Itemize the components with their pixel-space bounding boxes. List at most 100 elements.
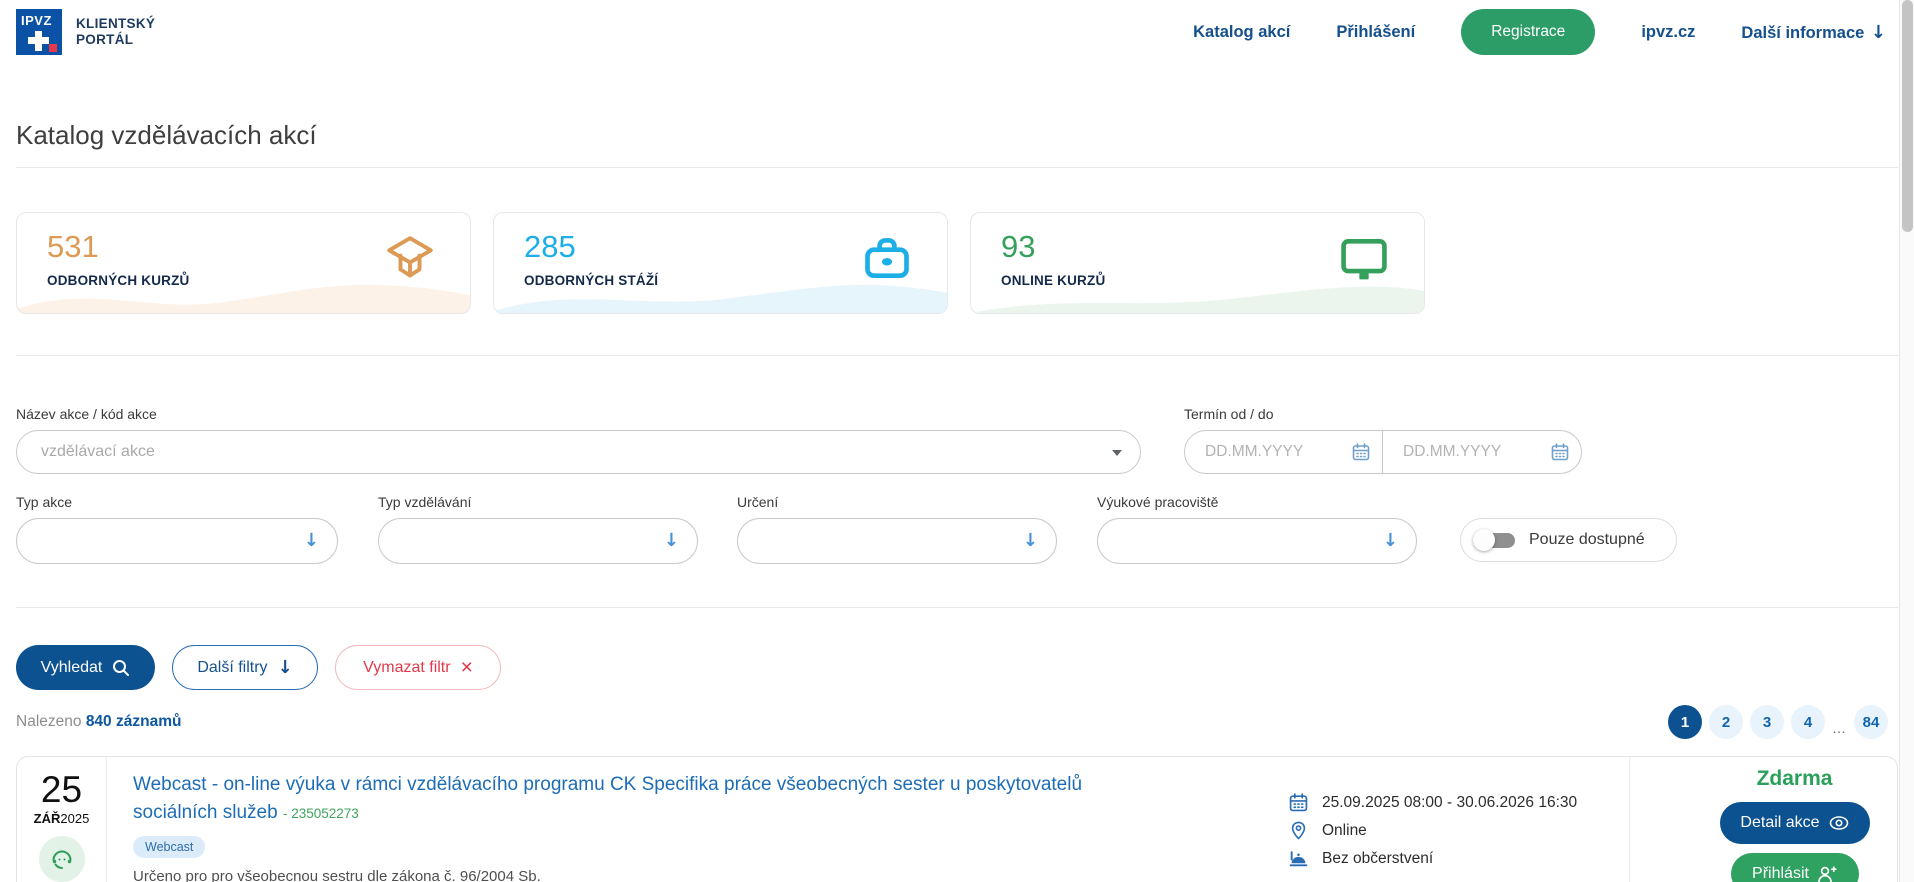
vyukove-pracoviste-dropdown[interactable]: ↓ — [1097, 518, 1417, 564]
name-filter-label: Název akce / kód akce — [16, 406, 157, 422]
location-pin-icon — [1289, 821, 1308, 840]
event-date-block: 25 ZÁŘ2025 — [17, 757, 107, 882]
event-day: 25 — [17, 771, 106, 810]
scrollbar-track[interactable] — [1899, 0, 1914, 882]
logo-red-square — [49, 44, 57, 52]
calendar-icon — [1289, 793, 1308, 812]
pagination-ellipsis: … — [1832, 720, 1847, 739]
event-location-row: Online — [1289, 821, 1629, 840]
event-card: 25 ZÁŘ2025 Webcast - on-line výuka v rám… — [16, 756, 1898, 882]
typ-akce-dropdown[interactable]: ↓ — [16, 518, 338, 564]
scrollbar-thumb[interactable] — [1902, 0, 1913, 232]
dropdown-caret-icon[interactable] — [1112, 450, 1122, 456]
event-title-link[interactable]: Webcast - on-line výuka v rámci vzděláva… — [133, 771, 1153, 828]
divider — [16, 355, 1898, 356]
stat-value: 531 — [47, 229, 99, 265]
page-button-84[interactable]: 84 — [1854, 705, 1888, 739]
event-datetime-row: 25.09.2025 08:00 - 30.06.2026 16:30 — [1289, 793, 1629, 812]
typ-akce-label: Typ akce — [16, 494, 72, 510]
urceni-dropdown[interactable]: ↓ — [737, 518, 1057, 564]
stat-card-odborne-staze[interactable]: 285 ODBORNÝCH STÁŽÍ — [493, 212, 948, 314]
ipvz-logo-text: IPVZ — [21, 13, 52, 28]
portal-title: KLIENTSKÝ PORTÁL — [76, 16, 155, 48]
event-month-year: ZÁŘ2025 — [17, 811, 106, 826]
nav-katalog-akci[interactable]: Katalog akcí — [1193, 23, 1290, 42]
close-icon: × — [461, 657, 473, 678]
date-range-group — [1184, 430, 1582, 474]
arrow-down-icon: ↓ — [1383, 530, 1398, 551]
catalog-page: IPVZ KLIENTSKÝ PORTÁL Katalog akcí Přihl… — [0, 0, 1914, 882]
webcast-headset-icon — [49, 846, 75, 872]
vyukove-pracoviste-label: Výukové pracoviště — [1097, 494, 1218, 510]
ipvz-logo[interactable]: IPVZ — [16, 9, 62, 55]
event-location: Online — [1322, 822, 1367, 840]
event-content: Webcast - on-line výuka v rámci vzděláva… — [107, 757, 1289, 882]
person-plus-icon — [1817, 865, 1837, 882]
urceni-label: Určení — [737, 494, 778, 510]
catering-icon — [1289, 849, 1308, 868]
event-price: Zdarma — [1757, 767, 1833, 791]
arrow-down-icon: ↓ — [1871, 22, 1886, 43]
registrace-button[interactable]: Registrace — [1461, 9, 1595, 55]
event-description: Určeno pro pro všeobecnou sestru dle zák… — [133, 868, 1269, 882]
search-button[interactable]: Vyhledat — [16, 645, 155, 690]
calendar-icon[interactable] — [1352, 443, 1370, 461]
page-button-4[interactable]: 4 — [1791, 705, 1825, 739]
stat-card-online-kurzy[interactable]: 93 ONLINE KURZŮ — [970, 212, 1425, 314]
arrow-down-icon: ↓ — [1023, 530, 1038, 551]
only-available-toggle-pill: Pouze dostupné — [1460, 518, 1677, 562]
prihlasit-button[interactable]: Přihlásit — [1731, 853, 1859, 882]
stat-label: ODBORNÝCH STÁŽÍ — [524, 273, 658, 288]
event-type-badge: Webcast — [133, 836, 205, 858]
nav-prihlaseni[interactable]: Přihlášení — [1336, 23, 1415, 42]
webcast-badge — [39, 836, 85, 882]
arrow-down-icon: ↓ — [304, 530, 319, 551]
pagination: 1 2 3 4 … 84 — [1668, 705, 1888, 739]
page-button-3[interactable]: 3 — [1750, 705, 1784, 739]
typ-vzdelavani-dropdown[interactable]: ↓ — [378, 518, 698, 564]
main-nav: Katalog akcí Přihlášení Registrace ipvz.… — [1193, 9, 1886, 55]
toggle-label: Pouze dostupné — [1529, 531, 1645, 549]
filter-actions: Vyhledat Další filtry ↓ Vymazat filtr × — [16, 645, 501, 690]
event-code: - 235052273 — [283, 806, 359, 821]
divider — [16, 167, 1898, 168]
stat-cards: 531 ODBORNÝCH KURZŮ 285 ODBORNÝCH STÁŽÍ — [16, 212, 1425, 314]
eye-icon — [1829, 816, 1849, 830]
event-catering-row: Bez občerstvení — [1289, 849, 1629, 868]
arrow-down-icon: ↓ — [278, 657, 293, 678]
arrow-down-icon: ↓ — [664, 530, 679, 551]
page-button-1[interactable]: 1 — [1668, 705, 1702, 739]
divider — [16, 607, 1898, 608]
monitor-icon — [1338, 233, 1390, 285]
event-actions: Zdarma Detail akce Přihlásit — [1629, 757, 1897, 882]
stat-value: 93 — [1001, 229, 1035, 265]
briefcase-icon — [861, 233, 913, 285]
header: IPVZ KLIENTSKÝ PORTÁL Katalog akcí Přihl… — [0, 0, 1914, 64]
search-input[interactable] — [16, 430, 1141, 474]
results-count: Nalezeno 840 záznamů — [16, 713, 181, 731]
page-title: Katalog vzdělávacích akcí — [16, 120, 317, 151]
stat-card-odborne-kurzy[interactable]: 531 ODBORNÝCH KURZŮ — [16, 212, 471, 314]
search-icon — [112, 659, 130, 677]
page-button-2[interactable]: 2 — [1709, 705, 1743, 739]
logo-cross-icon — [28, 37, 49, 44]
nav-ipvz-cz[interactable]: ipvz.cz — [1641, 23, 1695, 42]
toggle-thumb — [1473, 529, 1495, 551]
nav-dalsi-informace[interactable]: Další informace ↓ — [1741, 22, 1886, 43]
typ-vzdelavani-label: Typ vzdělávání — [378, 494, 471, 510]
date-from-wrap — [1184, 430, 1383, 474]
term-filter-label: Termín od / do — [1184, 406, 1274, 422]
stat-label: ONLINE KURZŮ — [1001, 273, 1105, 288]
calendar-icon[interactable] — [1551, 443, 1569, 461]
stat-value: 285 — [524, 229, 576, 265]
stat-label: ODBORNÝCH KURZŮ — [47, 273, 190, 288]
graduation-cap-icon — [384, 233, 436, 285]
results-count-number: 840 záznamů — [86, 713, 182, 730]
date-to-wrap — [1383, 430, 1582, 474]
event-catering: Bez občerstvení — [1322, 850, 1433, 868]
clear-filter-button[interactable]: Vymazat filtr × — [335, 645, 501, 690]
detail-akce-button[interactable]: Detail akce — [1720, 802, 1870, 844]
only-available-toggle[interactable] — [1473, 528, 1517, 552]
more-filters-button[interactable]: Další filtry ↓ — [172, 645, 318, 690]
results-bar: Nalezeno 840 záznamů 1 2 3 4 … 84 — [16, 700, 1898, 744]
